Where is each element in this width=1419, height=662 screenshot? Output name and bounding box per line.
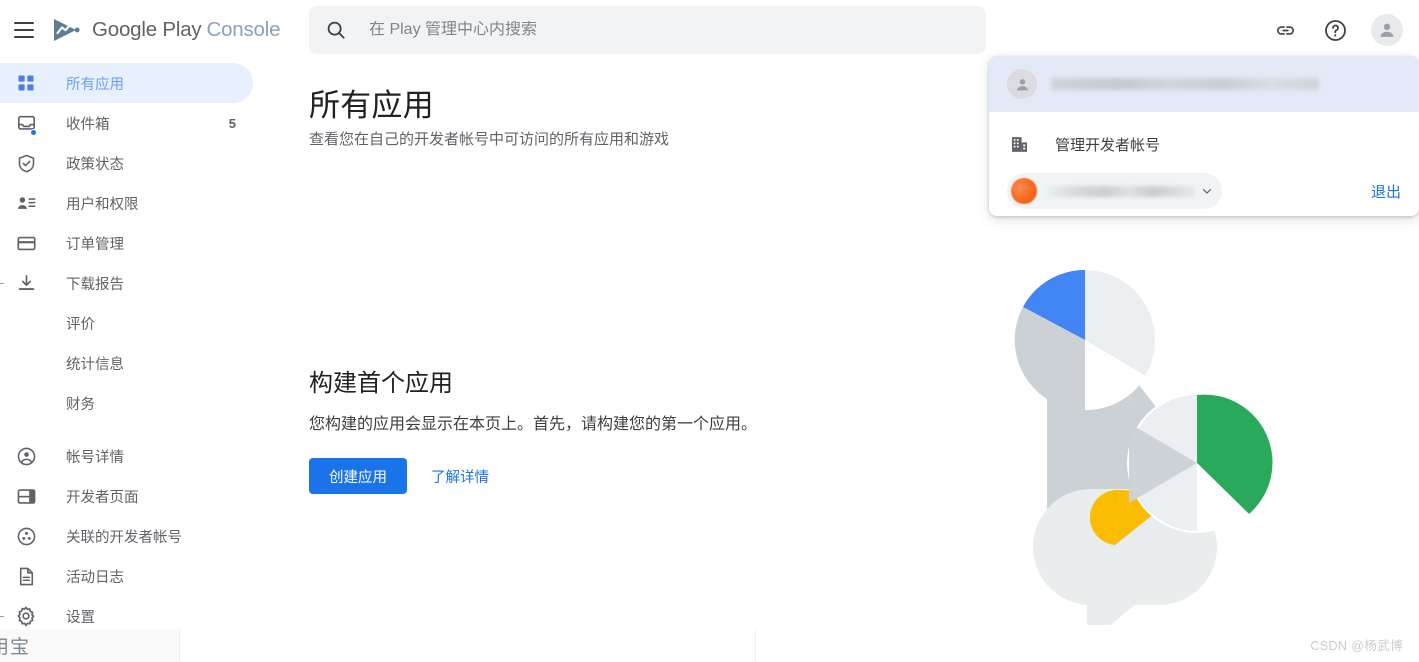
developer-name-redacted — [1047, 185, 1194, 197]
document-icon — [14, 564, 38, 588]
sidebar-item-label: 开发者页面 — [66, 489, 139, 506]
sign-out-button[interactable]: 退出 — [1371, 181, 1401, 202]
inbox-badge-dot — [30, 129, 37, 136]
bottom-divider-line — [755, 630, 756, 662]
empty-state-title: 构建首个应用 — [309, 370, 453, 397]
brand-text: Google Play Console — [92, 18, 281, 42]
inbox-count: 5 — [228, 115, 236, 131]
developer-avatar-orange — [1011, 178, 1037, 204]
page-title: 所有应用 — [309, 88, 434, 123]
empty-state-actions: 创建应用 了解详情 — [309, 458, 501, 494]
search-input[interactable] — [369, 21, 970, 39]
sidebar-item-label: 订单管理 — [66, 236, 124, 253]
play-console-app: Google Play Console 在 Play 管理中心内搜索 所有应用 … — [0, 0, 1419, 662]
brand-secondary: Console — [206, 18, 281, 41]
sidebar-item-label: 帐号详情 — [66, 449, 124, 466]
sidebar-item-label: 统计信息 — [66, 356, 124, 373]
sidebar-item-label: 活动日志 — [66, 569, 124, 586]
account-name-redacted — [1051, 78, 1319, 90]
account-circle-icon — [14, 444, 38, 468]
sidebar-item-policy-status[interactable]: 政策状态 — [0, 143, 253, 183]
chevron-down-icon — [1202, 188, 1212, 194]
edge-tick-mark — [0, 283, 4, 284]
help-icon[interactable] — [1315, 10, 1355, 50]
edge-tick-mark — [0, 616, 4, 617]
bottom-left-partial-chip[interactable]: 用宝 — [0, 629, 180, 662]
manage-developer-account-label: 管理开发者帐号 — [1055, 136, 1161, 154]
search-bar[interactable] — [309, 6, 986, 54]
sidebar-item-order-management[interactable]: 订单管理 — [0, 223, 253, 263]
web-page-icon — [14, 484, 38, 508]
header-actions — [1265, 0, 1409, 60]
brand-primary: Google Play — [92, 18, 202, 41]
building-icon — [1007, 132, 1031, 156]
brand-logo-group[interactable]: Google Play Console — [52, 17, 281, 43]
page-subtitle: 查看您在自己的开发者帐号中可访问的所有应用和游戏 — [309, 131, 670, 148]
sidebar-item-financial[interactable]: 财务 — [0, 383, 253, 423]
sidebar-item-label: 财务 — [66, 396, 95, 413]
sidebar-item-statistics[interactable]: 统计信息 — [0, 343, 253, 383]
sidebar-item-label: 收件箱 — [66, 116, 110, 133]
person-list-icon — [14, 191, 38, 215]
linked-accounts-icon — [14, 524, 38, 548]
sidebar-item-developer-page[interactable]: 开发者页面 — [0, 476, 253, 516]
sidebar-item-reviews[interactable]: 评价 — [0, 303, 253, 343]
sidebar-item-all-apps[interactable]: 所有应用 — [0, 63, 253, 103]
account-avatar[interactable] — [1371, 14, 1403, 46]
empty-state-description: 您构建的应用会显示在本页上。首先，请构建您的第一个应用。 — [309, 416, 758, 433]
developer-account-switcher[interactable] — [1007, 173, 1222, 209]
account-dropdown-menu: 管理开发者帐号 退出 — [989, 56, 1419, 216]
sidebar-item-linked-developer-accounts[interactable]: 关联的开发者帐号 — [0, 516, 253, 556]
shield-check-icon — [14, 151, 38, 175]
sidebar-item-label: 政策状态 — [66, 156, 124, 173]
corner-chip-label: 用宝 — [0, 637, 31, 658]
watermark: CSDN @杨武博 — [1310, 639, 1403, 653]
learn-more-link[interactable]: 了解详情 — [419, 458, 501, 494]
search-icon — [327, 21, 345, 39]
sidebar-item-label: 评价 — [66, 316, 95, 333]
play-console-logo-icon — [54, 19, 80, 41]
sidebar-item-label: 所有应用 — [66, 76, 124, 93]
sidebar-item-label: 下载报告 — [66, 276, 124, 293]
person-avatar-icon — [1007, 69, 1037, 99]
download-icon — [14, 271, 38, 295]
link-icon[interactable] — [1265, 10, 1305, 50]
sidebar-divider-gap — [0, 423, 265, 436]
sidebar-nav: 所有应用 收件箱 5 政策状态 用户和权限 订单管理 下载报告 评价 统计信息 … — [0, 60, 265, 662]
account-dropdown-header — [989, 56, 1419, 112]
hamburger-icon[interactable] — [14, 18, 38, 42]
apps-grid-icon — [14, 71, 38, 95]
sidebar-item-activity-log[interactable]: 活动日志 — [0, 556, 253, 596]
sidebar-item-download-reports[interactable]: 下载报告 — [0, 263, 253, 303]
sidebar-item-account-details[interactable]: 帐号详情 — [0, 436, 253, 476]
sidebar-item-inbox[interactable]: 收件箱 5 — [0, 103, 253, 143]
sidebar-item-label: 用户和权限 — [66, 196, 139, 213]
create-app-button[interactable]: 创建应用 — [309, 458, 407, 494]
gear-icon — [14, 604, 38, 628]
play-console-empty-illustration — [1014, 269, 1273, 625]
manage-developer-account-item[interactable]: 管理开发者帐号 — [989, 119, 1419, 169]
app-header: Google Play Console — [0, 0, 1419, 60]
sidebar-item-users-permissions[interactable]: 用户和权限 — [0, 183, 253, 223]
credit-card-icon — [14, 231, 38, 255]
sidebar-item-label: 关联的开发者帐号 — [66, 529, 182, 546]
sidebar-item-label: 设置 — [66, 609, 95, 626]
account-dropdown-footer: 退出 — [989, 169, 1419, 213]
